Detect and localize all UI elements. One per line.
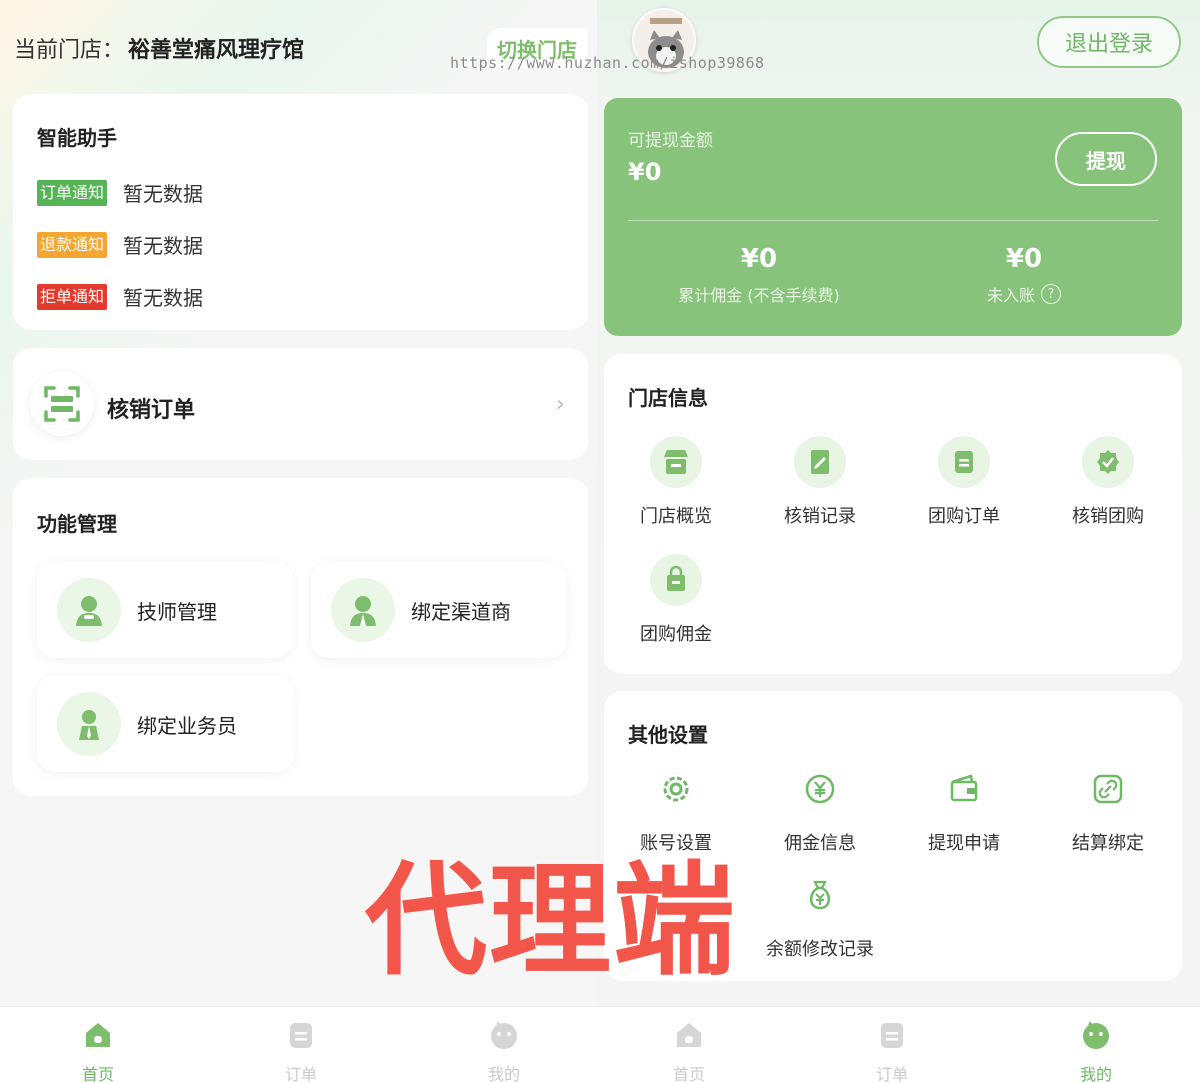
profile-face-icon xyxy=(1083,1021,1109,1049)
total-commission-stat: ¥0 累计佣金 (不含手续费) xyxy=(654,244,864,306)
reject-notice-tag: 拒单通知 xyxy=(37,283,108,310)
bind-channel-partner-label: 绑定渠道商 xyxy=(411,599,511,624)
commission-info-label: 佣金信息 xyxy=(784,833,856,854)
bind-salesperson-button[interactable]: 绑定业务员 xyxy=(37,676,293,772)
group-order-label: 团购订单 xyxy=(928,506,1000,527)
bottom-tab-bar: 首页 订单 我的 首页 订单 我的 xyxy=(0,1006,1200,1083)
tab-orders-right[interactable]: 订单 xyxy=(852,1019,932,1083)
home-icon xyxy=(86,1023,110,1047)
order-notice-row[interactable]: 订单通知 暂无数据 xyxy=(37,178,203,207)
smart-assistant-title: 智能助手 xyxy=(37,126,117,150)
account-settings-button[interactable]: 账号设置 xyxy=(616,763,736,855)
other-settings-title: 其他设置 xyxy=(628,723,708,747)
record-icon xyxy=(794,436,846,488)
store-icon xyxy=(650,436,702,488)
pending-label-row: 未入账 ? xyxy=(944,282,1104,306)
pending-label: 未入账 xyxy=(986,286,1035,305)
tab-home-left[interactable]: 首页 xyxy=(58,1019,138,1083)
balance-change-record-button[interactable]: 余额修改记录 xyxy=(760,869,880,961)
reject-notice-text: 暂无数据 xyxy=(123,286,204,310)
profile-face-icon xyxy=(491,1021,517,1049)
store-info-title: 门店信息 xyxy=(628,386,708,410)
settlement-binding-label: 结算绑定 xyxy=(1072,833,1144,854)
gear-icon xyxy=(650,763,702,815)
group-order-button[interactable]: 团购订单 xyxy=(904,436,1024,528)
tab-home-left-label: 首页 xyxy=(81,1065,114,1083)
check-badge-icon xyxy=(1082,436,1134,488)
order-notice-tag: 订单通知 xyxy=(37,179,108,206)
withdraw-application-button[interactable]: 提现申请 xyxy=(904,763,1024,855)
chevron-right-icon: › xyxy=(556,392,565,417)
verify-record-label: 核销记录 xyxy=(784,506,856,527)
verify-group-buy-button[interactable]: 核销团购 xyxy=(1048,436,1168,528)
settlement-binding-button[interactable]: 结算绑定 xyxy=(1048,763,1168,855)
function-management-title: 功能管理 xyxy=(37,512,117,536)
total-commission-label: 累计佣金 (不含手续费) xyxy=(678,286,840,305)
verify-order-card[interactable] xyxy=(13,348,588,460)
refund-notice-text: 暂无数据 xyxy=(123,234,204,258)
tab-orders-left[interactable]: 订单 xyxy=(261,1019,341,1083)
order-icon xyxy=(881,1023,903,1048)
tab-home-right[interactable]: 首页 xyxy=(649,1019,729,1083)
technician-management-button[interactable]: 技师管理 xyxy=(37,562,293,658)
commission-info-button[interactable]: 佣金信息 xyxy=(760,763,880,855)
pending-value: ¥0 xyxy=(1005,244,1043,274)
bind-channel-partner-button[interactable]: 绑定渠道商 xyxy=(311,562,567,658)
verify-group-buy-label: 核销团购 xyxy=(1072,506,1144,527)
tab-mine-left-label: 我的 xyxy=(487,1065,520,1083)
group-commission-button[interactable]: 团购佣金 xyxy=(616,554,736,646)
smart-assistant-card: 智能助手 订单通知 暂无数据 退款通知 暂无数据 拒单通知 暂无数据 xyxy=(13,94,588,330)
tab-orders-left-label: 订单 xyxy=(284,1065,317,1083)
tab-mine-left[interactable]: 我的 xyxy=(464,1019,544,1083)
logout-button[interactable]: 退出登录 xyxy=(1037,16,1181,68)
total-commission-value: ¥0 xyxy=(740,244,778,274)
bind-salesperson-label: 绑定业务员 xyxy=(137,713,237,738)
watermark-url: https://www.huzhan.com/ishop39868 xyxy=(450,54,765,72)
technician-icon xyxy=(57,578,121,642)
current-store-line: 当前门店： 裕善堂痛风理疗馆 xyxy=(14,32,304,64)
salesperson-icon xyxy=(57,692,121,756)
help-circle-icon[interactable]: ? xyxy=(1041,284,1061,304)
order-icon xyxy=(938,436,990,488)
yen-circle-icon xyxy=(794,763,846,815)
reject-notice-row[interactable]: 拒单通知 暂无数据 xyxy=(37,282,203,311)
refund-notice-row[interactable]: 退款通知 暂无数据 xyxy=(37,230,203,259)
current-store-name: 裕善堂痛风理疗馆 xyxy=(128,38,305,63)
wallet-divider xyxy=(628,220,1158,221)
verify-order-label: 核销订单 xyxy=(107,398,196,423)
group-commission-label: 团购佣金 xyxy=(640,624,712,645)
tab-orders-right-label: 订单 xyxy=(875,1065,908,1083)
link-icon xyxy=(1082,763,1134,815)
wallet-icon xyxy=(938,763,990,815)
overlay-title: 代理端 xyxy=(365,850,737,992)
store-overview-label: 门店概览 xyxy=(640,506,712,527)
home-icon xyxy=(677,1023,701,1047)
order-notice-text: 暂无数据 xyxy=(123,182,204,206)
withdrawable-label: 可提现金额 xyxy=(628,131,713,151)
withdraw-application-label: 提现申请 xyxy=(928,833,1000,854)
store-info-card: 门店信息 门店概览 核销记录 团购订单 核销团购 团购佣金 xyxy=(604,354,1182,674)
wallet-card: 可提现金额 ¥0 提现 ¥0 累计佣金 (不含手续费) ¥0 未入账 ? xyxy=(604,98,1182,336)
scan-icon xyxy=(30,372,94,436)
withdrawable-amount: ¥0 xyxy=(628,158,662,186)
channel-partner-icon xyxy=(331,578,395,642)
pending-stat: ¥0 未入账 ? xyxy=(944,244,1104,306)
verify-record-button[interactable]: 核销记录 xyxy=(760,436,880,528)
store-overview-button[interactable]: 门店概览 xyxy=(616,436,736,528)
balance-change-record-label: 余额修改记录 xyxy=(766,939,874,960)
withdraw-button[interactable]: 提现 xyxy=(1055,132,1157,186)
order-icon xyxy=(290,1023,312,1048)
commission-bag-icon xyxy=(650,554,702,606)
money-bag-icon xyxy=(794,869,846,921)
refund-notice-tag: 退款通知 xyxy=(37,231,108,258)
tab-home-right-label: 首页 xyxy=(672,1065,705,1083)
tab-mine-right[interactable]: 我的 xyxy=(1056,1019,1136,1083)
current-store-label: 当前门店： xyxy=(14,38,125,63)
tab-mine-right-label: 我的 xyxy=(1079,1065,1112,1083)
technician-management-label: 技师管理 xyxy=(137,599,217,624)
